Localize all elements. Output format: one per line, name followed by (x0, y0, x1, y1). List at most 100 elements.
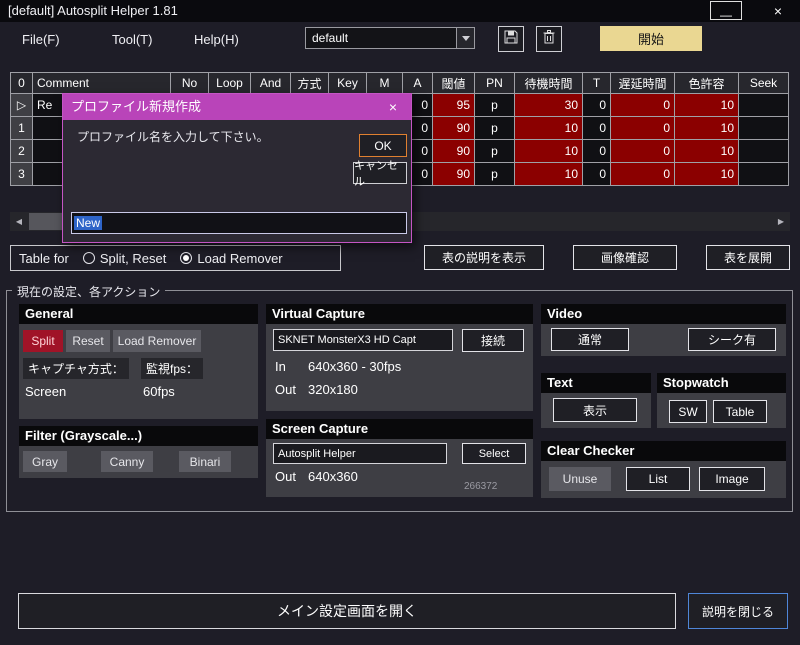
cell-threshold[interactable]: 90 (433, 140, 475, 163)
close-description-button[interactable]: 説明を閉じる (688, 593, 788, 629)
header-threshold: 閾値 (433, 73, 475, 94)
connect-button[interactable]: 接続 (462, 329, 524, 352)
close-icon[interactable]: × (383, 94, 403, 120)
header-loop: Loop (209, 73, 251, 94)
capture-target-input[interactable]: Autosplit Helper (273, 443, 447, 464)
virtual-capture-panel-title: Virtual Capture (266, 304, 533, 324)
radio-load-remover-label[interactable]: Load Remover (197, 251, 282, 266)
sw-button[interactable]: SW (669, 400, 707, 423)
cell-t[interactable]: 0 (583, 163, 611, 186)
cell-wait[interactable]: 10 (515, 117, 583, 140)
cell-pn[interactable]: p (475, 163, 515, 186)
cell-delay[interactable]: 0 (611, 117, 675, 140)
header-delay: 遅延時間 (611, 73, 675, 94)
out-value: 320x180 (308, 382, 358, 397)
cell-color[interactable]: 10 (675, 163, 739, 186)
row-selector[interactable]: 1 (11, 117, 33, 140)
screen-capture-panel: Screen Capture Autosplit Helper Select O… (266, 419, 533, 497)
cell-threshold[interactable]: 90 (433, 117, 475, 140)
cell-delay[interactable]: 0 (611, 163, 675, 186)
radio-load-remover[interactable] (180, 252, 193, 264)
new-profile-dialog: プロファイル新規作成 × プロファイル名を入力して下さい。 OK キャンセル N… (62, 93, 412, 243)
cell-t[interactable]: 0 (583, 117, 611, 140)
cell-seek[interactable] (739, 140, 789, 163)
ok-button[interactable]: OK (359, 134, 407, 157)
header-pn: PN (475, 73, 515, 94)
radio-split-reset[interactable] (82, 252, 95, 264)
video-normal-button[interactable]: 通常 (551, 328, 629, 351)
image-check-button[interactable]: 画像確認 (573, 245, 677, 270)
trash-icon (541, 29, 557, 50)
cell-t[interactable]: 0 (583, 140, 611, 163)
cell-delay[interactable]: 0 (611, 94, 675, 117)
capture-method-value: Screen (25, 384, 67, 399)
minimize-icon[interactable]: — (710, 1, 742, 20)
binari-button[interactable]: Binari (179, 451, 231, 472)
table-for-label: Table for (19, 250, 69, 266)
reset-button[interactable]: Reset (66, 330, 110, 352)
stopwatch-panel-title: Stopwatch (657, 373, 786, 393)
profile-dropdown[interactable]: default (305, 27, 475, 49)
dialog-titlebar[interactable]: プロファイル新規作成 × (63, 94, 411, 120)
list-button[interactable]: List (626, 467, 690, 491)
settings-group-title: 現在の設定、各アクション (12, 283, 166, 300)
menu-file[interactable]: File(F) (22, 32, 60, 47)
row-selector[interactable]: 3 (11, 163, 33, 186)
header-a: A (403, 73, 433, 94)
canny-button[interactable]: Canny (101, 451, 153, 472)
cell-pn[interactable]: p (475, 94, 515, 117)
window-titlebar[interactable]: [default] Autosplit Helper 1.81 — × (0, 0, 800, 22)
load-remover-button[interactable]: Load Remover (113, 330, 201, 352)
cell-seek[interactable] (739, 94, 789, 117)
radio-split-reset-label[interactable]: Split, Reset (100, 251, 166, 266)
save-button[interactable] (498, 26, 524, 52)
split-button[interactable]: Split (23, 330, 63, 352)
screen-capture-panel-title: Screen Capture (266, 419, 533, 439)
cell-pn[interactable]: p (475, 117, 515, 140)
show-table-desc-button[interactable]: 表の説明を表示 (424, 245, 544, 270)
select-button[interactable]: Select (462, 443, 526, 464)
gray-button[interactable]: Gray (23, 451, 67, 472)
row-pointer-icon[interactable]: ▷ (11, 94, 33, 117)
capture-device-input[interactable]: SKNET MonsterX3 HD Capt (273, 329, 453, 351)
unuse-button[interactable]: Unuse (549, 467, 611, 491)
open-main-settings-button[interactable]: メイン設定画面を開く (18, 593, 676, 629)
cell-pn[interactable]: p (475, 140, 515, 163)
video-seek-button[interactable]: シーク有 (688, 328, 776, 351)
scroll-right-icon[interactable]: ▶ (772, 212, 790, 231)
cell-color[interactable]: 10 (675, 117, 739, 140)
cell-seek[interactable] (739, 163, 789, 186)
cell-t[interactable]: 0 (583, 94, 611, 117)
cell-wait[interactable]: 10 (515, 163, 583, 186)
start-button[interactable]: 開始 (600, 26, 702, 51)
scroll-left-icon[interactable]: ◀ (10, 212, 28, 231)
menu-tool[interactable]: Tool(T) (112, 32, 152, 47)
cell-delay[interactable]: 0 (611, 140, 675, 163)
cell-threshold[interactable]: 95 (433, 94, 475, 117)
cell-threshold[interactable]: 90 (433, 163, 475, 186)
cell-wait[interactable]: 30 (515, 94, 583, 117)
stopwatch-table-button[interactable]: Table (713, 400, 767, 423)
cell-seek[interactable] (739, 117, 789, 140)
menu-help[interactable]: Help(H) (194, 32, 239, 47)
cell-color[interactable]: 10 (675, 140, 739, 163)
cell-wait[interactable]: 10 (515, 140, 583, 163)
cell-color[interactable]: 10 (675, 94, 739, 117)
chevron-down-icon[interactable] (456, 28, 474, 48)
header-key: Key (329, 73, 367, 94)
header-no: No (171, 73, 209, 94)
image-button[interactable]: Image (699, 467, 765, 491)
header-and: And (251, 73, 291, 94)
close-icon[interactable]: × (758, 0, 798, 22)
profile-name-input[interactable]: New (71, 212, 407, 234)
header-wait: 待機時間 (515, 73, 583, 94)
text-show-button[interactable]: 表示 (553, 398, 637, 422)
dialog-title: プロファイル新規作成 (71, 99, 202, 114)
frame-counter: 266372 (464, 481, 498, 492)
row-selector[interactable]: 2 (11, 140, 33, 163)
header-t: T (583, 73, 611, 94)
expand-table-button[interactable]: 表を展開 (706, 245, 790, 270)
profile-dropdown-value: default (312, 31, 349, 45)
cancel-button[interactable]: キャンセル (353, 160, 407, 188)
delete-button[interactable] (536, 26, 562, 52)
